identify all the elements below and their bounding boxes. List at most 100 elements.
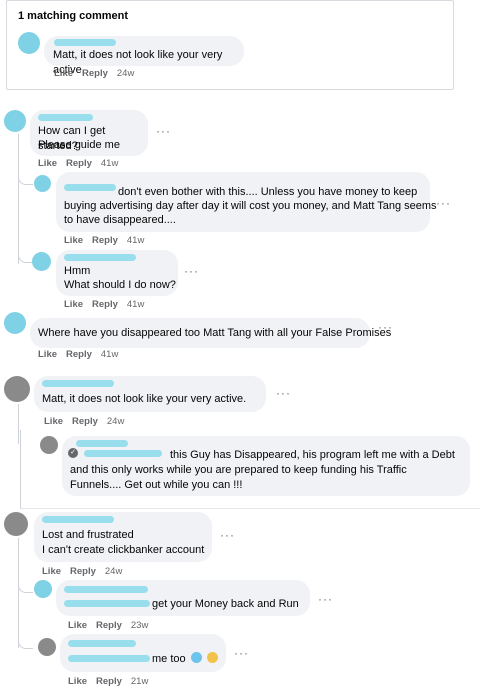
- comment-bubble: get your Money back and Run: [56, 580, 310, 616]
- timestamp[interactable]: 24w: [117, 68, 134, 79]
- reply-connector: [18, 578, 33, 593]
- comment-text: Matt, it does not look like your very ac…: [42, 393, 247, 405]
- redacted-name: [38, 114, 93, 121]
- comment-bubble: Lost and frustrated I can't create click…: [34, 512, 212, 562]
- comment-actions: Like Reply 21w: [68, 676, 148, 687]
- comment-text: me too: [152, 653, 186, 665]
- reply-button[interactable]: Reply: [70, 566, 96, 577]
- comment-text-line: this Guy has Disappeared, his program le…: [170, 449, 455, 461]
- more-options-icon[interactable]: ···: [378, 320, 393, 334]
- comment-text-line: What should I do now?: [64, 279, 176, 291]
- like-button[interactable]: Like: [38, 158, 57, 169]
- like-button[interactable]: Like: [68, 620, 87, 631]
- comment-text-line: to have disappeared....: [64, 214, 176, 226]
- thread-line: [18, 134, 19, 264]
- avatar[interactable]: [4, 512, 28, 536]
- frowning-face-icon: [190, 652, 202, 663]
- more-options-icon[interactable]: ···: [156, 124, 171, 138]
- comment-actions: Like Reply 23w: [68, 620, 148, 631]
- reply-button[interactable]: Reply: [92, 299, 118, 310]
- like-button[interactable]: Like: [44, 416, 63, 427]
- comment-text-line: don't even bother with this.... Unless y…: [118, 186, 418, 198]
- comment-actions: Like Reply 41w: [38, 158, 118, 169]
- comment-text-line: Hmm: [64, 265, 91, 277]
- redacted-name: [64, 254, 136, 261]
- comment-text-line: Funnels.... Get out while you can !!!: [70, 479, 243, 491]
- redacted-name: [84, 450, 162, 457]
- comment-bubble: Where have you disappeared too Matt Tang…: [30, 318, 391, 348]
- more-options-icon[interactable]: ···: [436, 196, 451, 210]
- timestamp[interactable]: 41w: [101, 349, 118, 360]
- like-button[interactable]: Like: [54, 68, 73, 79]
- comment-bubble: Hmm What should I do now?: [56, 250, 178, 296]
- comment-text-line: and this only works while you are prepar…: [70, 464, 407, 476]
- comment-text-line: buying advertising day after day it will…: [64, 200, 437, 212]
- comment-bubble: don't even bother with this.... Unless y…: [56, 172, 437, 232]
- comment-actions: Like Reply 41w: [64, 235, 144, 246]
- panel-title: 1 matching comment: [18, 10, 129, 22]
- timestamp[interactable]: 41w: [127, 299, 144, 310]
- author-badge-icon: ✓: [68, 448, 78, 458]
- reply-button[interactable]: Reply: [92, 235, 118, 246]
- redacted-name: [42, 516, 114, 523]
- more-options-icon[interactable]: ···: [234, 646, 249, 660]
- redacted-name: [64, 184, 116, 191]
- more-options-icon[interactable]: ···: [184, 264, 199, 278]
- like-button[interactable]: Like: [64, 299, 83, 310]
- thread-line: [18, 404, 19, 444]
- comment-bubble: ✓ this Guy has Disappeared, his program …: [62, 436, 470, 496]
- timestamp[interactable]: 41w: [101, 158, 118, 169]
- timestamp[interactable]: 23w: [131, 620, 148, 631]
- reply-button[interactable]: Reply: [66, 349, 92, 360]
- comment-actions: Like Reply 41w: [64, 299, 144, 310]
- avatar[interactable]: [34, 175, 51, 192]
- reply-connector: [18, 170, 33, 185]
- timestamp[interactable]: 41w: [127, 235, 144, 246]
- more-options-icon[interactable]: ···: [276, 386, 291, 400]
- comment-actions: Like Reply 24w: [42, 566, 122, 577]
- timestamp[interactable]: 24w: [107, 416, 124, 427]
- comment-bubble: How can I get started? Please guide me: [30, 110, 148, 156]
- redacted-name: [76, 440, 128, 447]
- redacted-name: [64, 586, 148, 593]
- redacted-name: [42, 380, 114, 387]
- redacted-name: [54, 39, 116, 46]
- like-button[interactable]: Like: [38, 349, 57, 360]
- avatar[interactable]: [40, 436, 58, 454]
- comment-bubble: Matt, it does not look like your very ac…: [44, 36, 244, 76]
- comment-actions: Like Reply 41w: [38, 349, 118, 360]
- more-options-icon[interactable]: ···: [220, 528, 235, 542]
- comment-text-line: Please guide me: [38, 139, 120, 151]
- comment-text-line: I can't create clickbanker account: [42, 544, 205, 556]
- reply-button[interactable]: Reply: [96, 676, 122, 687]
- worried-face-icon: [206, 652, 218, 663]
- comment-bubble: me too: [60, 634, 226, 672]
- thread-line: [18, 538, 19, 648]
- reply-button[interactable]: Reply: [82, 68, 108, 79]
- like-button[interactable]: Like: [42, 566, 61, 577]
- comment-text-line: Lost and frustrated: [42, 529, 134, 541]
- comment-actions: Like Reply 24w: [44, 416, 124, 427]
- reply-button[interactable]: Reply: [96, 620, 122, 631]
- like-button[interactable]: Like: [64, 235, 83, 246]
- comment-text: Where have you disappeared too Matt Tang…: [38, 327, 392, 339]
- avatar[interactable]: [34, 580, 52, 598]
- timestamp[interactable]: 21w: [131, 676, 148, 687]
- reply-connector: [18, 248, 33, 263]
- avatar[interactable]: [4, 110, 26, 132]
- like-button[interactable]: Like: [68, 676, 87, 687]
- redacted-name: [64, 600, 150, 607]
- comment-actions: Like Reply 24w: [54, 68, 134, 79]
- reply-button[interactable]: Reply: [66, 158, 92, 169]
- avatar[interactable]: [38, 638, 56, 656]
- avatar[interactable]: [4, 312, 26, 334]
- comment-bubble: Matt, it does not look like your very ac…: [34, 376, 266, 412]
- timestamp[interactable]: 24w: [105, 566, 122, 577]
- avatar[interactable]: [4, 376, 30, 402]
- more-options-icon[interactable]: ···: [318, 592, 333, 606]
- reply-connector: [18, 634, 33, 649]
- avatar[interactable]: [32, 252, 51, 271]
- reply-button[interactable]: Reply: [72, 416, 98, 427]
- redacted-name: [68, 640, 136, 647]
- avatar[interactable]: [18, 32, 40, 54]
